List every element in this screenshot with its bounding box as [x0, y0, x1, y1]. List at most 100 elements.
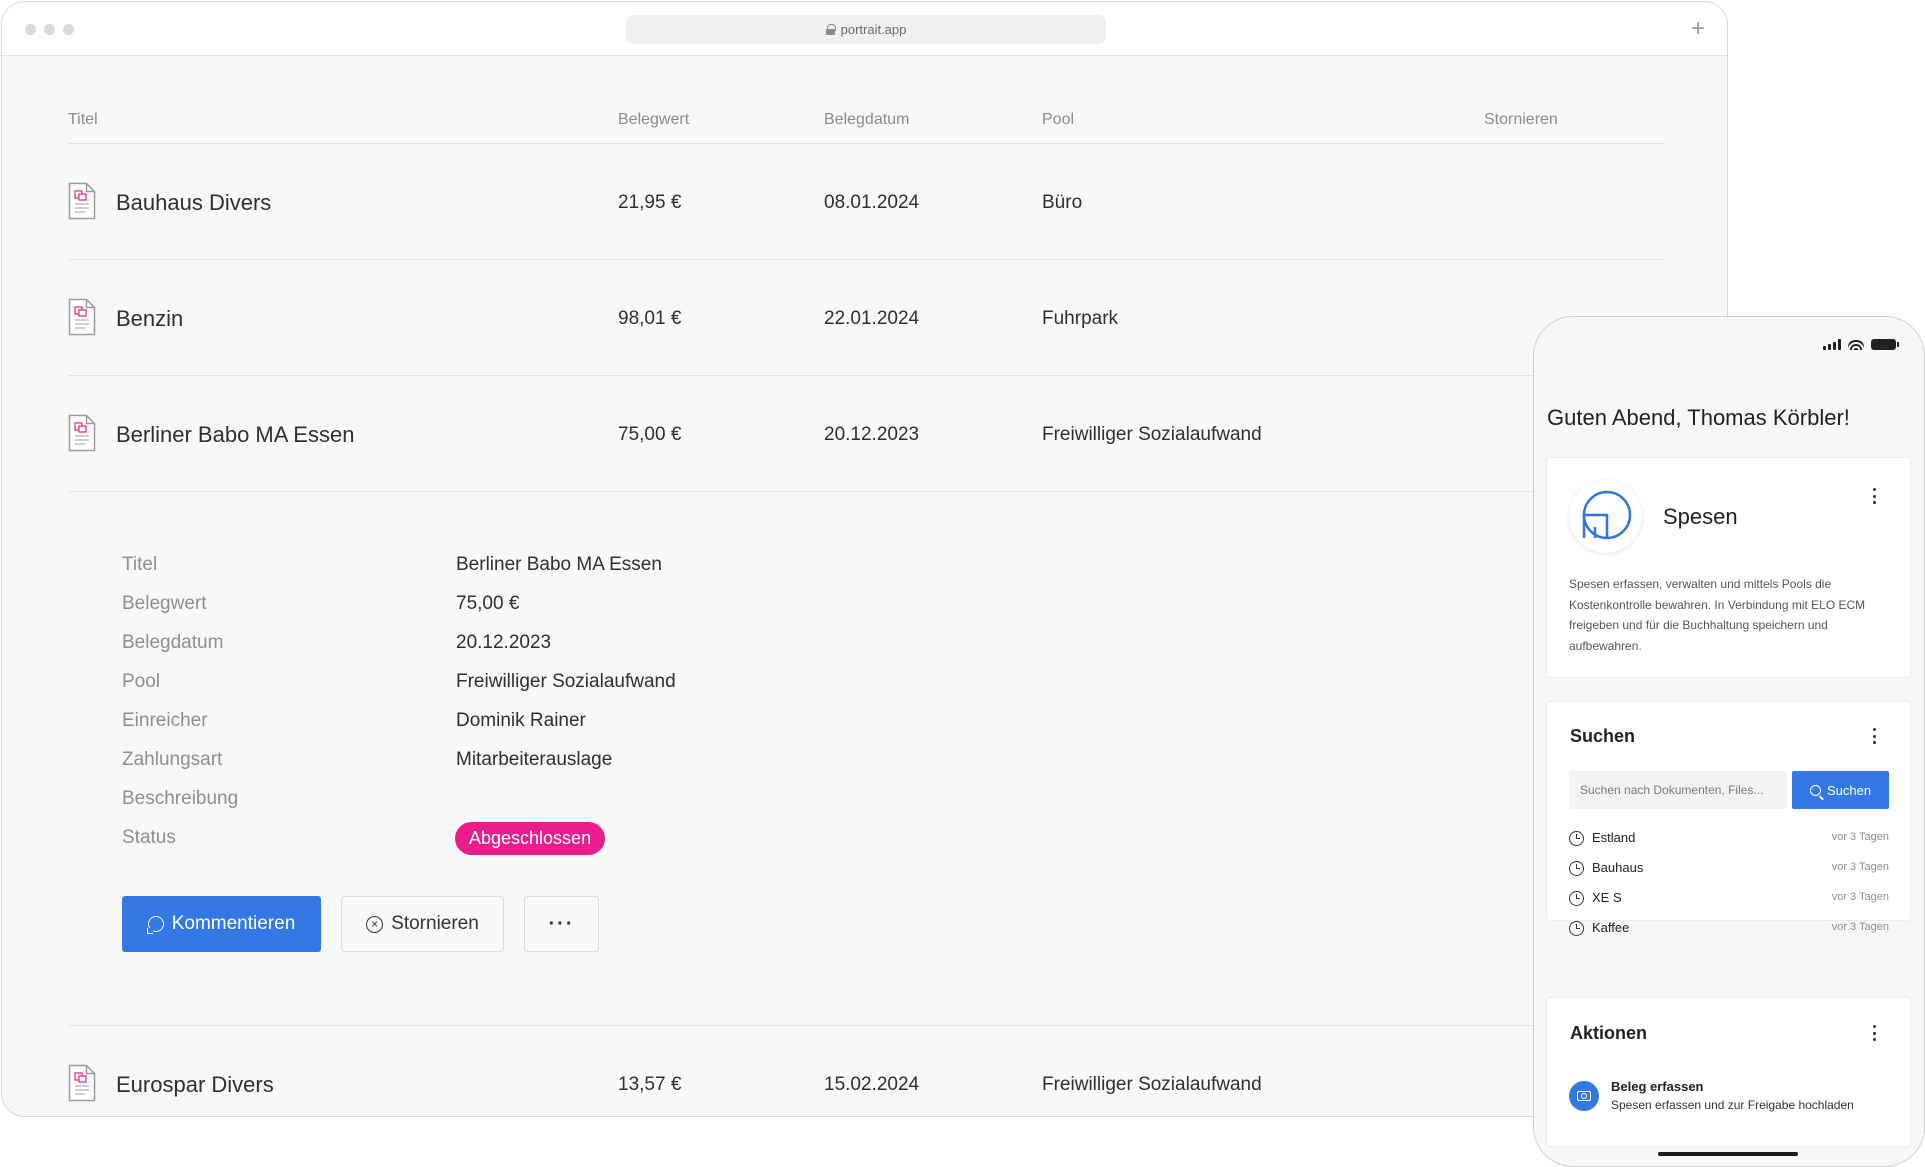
receipt-date: 15.02.2024 — [824, 1074, 920, 1095]
detail-value: Dominik Rainer — [456, 710, 586, 731]
detail-label: Titel — [122, 554, 158, 575]
greeting-title: Guten Abend, Thomas Körbler! — [1547, 405, 1850, 430]
close-window-dot[interactable] — [25, 24, 36, 35]
document-icon — [68, 1064, 96, 1102]
clock-icon — [1569, 921, 1584, 936]
comment-button-label: Kommentieren — [171, 913, 296, 934]
detail-label: Pool — [122, 671, 161, 692]
signal-icon — [1823, 339, 1841, 350]
capture-receipt-subtitle: Spesen erfassen und zur Freigabe hochlad… — [1611, 1098, 1854, 1112]
close-circle-icon: × — [366, 915, 384, 933]
camera-icon — [1577, 1091, 1591, 1101]
actions-card-title: Aktionen — [1570, 1023, 1648, 1043]
status-badge: Abgeschlossen — [455, 822, 606, 855]
battery-icon — [1871, 339, 1899, 350]
column-header-date[interactable]: Belegdatum — [824, 111, 909, 129]
more-options-button[interactable]: ··· — [524, 896, 599, 952]
maximize-window-dot[interactable] — [63, 24, 74, 35]
detail-actions: Kommentieren × Stornieren ··· — [122, 896, 599, 952]
search-button[interactable]: Suchen — [1792, 771, 1889, 809]
document-icon — [68, 182, 96, 220]
browser-toolbar: portrait.app + — [2, 2, 1727, 56]
receipt-date: 20.12.2023 — [824, 424, 920, 445]
search-card-menu-icon[interactable] — [1872, 728, 1876, 744]
detail-label: Belegwert — [122, 593, 207, 614]
phone-status-bar — [1823, 339, 1899, 350]
recent-search-label: Bauhaus — [1592, 860, 1644, 875]
browser-window: portrait.app + Titel Belegwert Belegdatu… — [1, 1, 1728, 1117]
receipt-value: 21,95 € — [618, 192, 682, 213]
receipt-title[interactable]: Bauhaus Divers — [116, 190, 271, 216]
table-header: Titel Belegwert Belegdatum Pool Stornier… — [68, 56, 1664, 144]
receipt-pool: Freiwilliger Sozialaufwand — [1042, 1074, 1262, 1095]
document-icon — [68, 298, 96, 336]
recent-search-label: Estland — [1592, 830, 1636, 845]
receipt-title[interactable]: Berliner Babo MA Essen — [116, 422, 354, 448]
column-header-title[interactable]: Titel — [68, 111, 98, 129]
recent-search-time: vor 3 Tagen — [1831, 861, 1889, 873]
actions-card-menu-icon[interactable] — [1872, 1025, 1876, 1041]
receipt-title[interactable]: Eurospar Divers — [116, 1072, 274, 1098]
lock-icon — [825, 24, 836, 35]
search-card-title: Suchen — [1570, 726, 1636, 746]
receipt-value: 98,01 € — [618, 308, 682, 329]
detail-label: Einreicher — [122, 710, 208, 731]
table-row[interactable]: Bauhaus Divers 21,95 € 08.01.2024 Büro — [68, 144, 1664, 260]
actions-card: Aktionen Beleg erfassen Spesen erfassen … — [1546, 997, 1911, 1147]
recent-search-item[interactable]: Estland vor 3 Tagen — [1569, 830, 1889, 848]
comment-button[interactable]: Kommentieren — [122, 896, 321, 952]
receipt-date: 22.01.2024 — [824, 308, 920, 329]
capture-receipt-title[interactable]: Beleg erfassen — [1611, 1079, 1704, 1094]
recent-search-time: vor 3 Tagen — [1831, 891, 1889, 903]
comment-icon — [146, 916, 164, 934]
detail-label: Belegdatum — [122, 632, 224, 653]
detail-label: Status — [122, 827, 176, 848]
receipt-pool: Büro — [1042, 192, 1083, 213]
recent-search-label: Kaffee — [1592, 920, 1630, 935]
table-row[interactable]: Benzin 98,01 € 22.01.2024 Fuhrpark — [68, 260, 1664, 376]
spesen-logo-icon — [1582, 490, 1632, 540]
minimize-window-dot[interactable] — [44, 24, 55, 35]
clock-icon — [1569, 861, 1584, 876]
column-header-pool[interactable]: Pool — [1042, 111, 1074, 129]
address-bar[interactable]: portrait.app — [626, 15, 1106, 44]
search-card: Suchen Suchen nach Dokumenten, Files... … — [1546, 701, 1911, 936]
recent-search-item[interactable]: XE S vor 3 Tagen — [1569, 890, 1889, 908]
spesen-card-title: Spesen — [1663, 504, 1738, 529]
recent-search-item[interactable]: Kaffee vor 3 Tagen — [1569, 920, 1889, 938]
detail-value: 20.12.2023 — [456, 632, 552, 653]
detail-value: Mitarbeiterauslage — [456, 749, 613, 770]
new-tab-button[interactable]: + — [1691, 14, 1705, 44]
spesen-app-card[interactable]: Spesen Spesen erfassen, verwalten und mi… — [1546, 457, 1911, 678]
detail-label: Beschreibung — [122, 788, 239, 809]
wifi-icon — [1848, 339, 1864, 350]
search-input[interactable]: Suchen nach Dokumenten, Files... — [1569, 771, 1787, 809]
capture-receipt-button[interactable] — [1569, 1081, 1599, 1111]
column-header-value[interactable]: Belegwert — [618, 111, 689, 129]
spesen-logo — [1569, 480, 1642, 553]
receipt-date: 08.01.2024 — [824, 192, 920, 213]
spesen-card-menu-icon[interactable] — [1872, 488, 1876, 504]
detail-label: Zahlungsart — [122, 749, 223, 770]
receipts-table: Titel Belegwert Belegdatum Pool Stornier… — [68, 56, 1664, 1116]
clock-icon — [1569, 831, 1584, 846]
receipt-pool: Fuhrpark — [1042, 308, 1119, 329]
receipt-detail-panel: Titel Berliner Babo MA Essen Belegwert 7… — [68, 492, 1664, 1026]
recent-search-item[interactable]: Bauhaus vor 3 Tagen — [1569, 860, 1889, 878]
window-controls — [25, 24, 74, 35]
cancel-receipt-button[interactable]: × Stornieren — [341, 896, 504, 952]
clock-icon — [1569, 891, 1584, 906]
spesen-card-description: Spesen erfassen, verwalten und mittels P… — [1569, 577, 1866, 653]
recent-search-time: vor 3 Tagen — [1831, 831, 1889, 843]
detail-value: Berliner Babo MA Essen — [456, 554, 662, 575]
cancel-button-label: Stornieren — [391, 913, 479, 934]
search-icon — [1809, 784, 1821, 796]
receipt-title[interactable]: Benzin — [116, 306, 183, 332]
recent-search-label: XE S — [1592, 890, 1622, 905]
address-bar-url: portrait.app — [840, 22, 907, 37]
table-row-expanded[interactable]: Berliner Babo MA Essen 75,00 € 20.12.202… — [68, 376, 1664, 492]
table-row[interactable]: Eurospar Divers 13,57 € 15.02.2024 Freiw… — [68, 1026, 1664, 1116]
column-header-cancel: Stornieren — [1484, 111, 1558, 128]
receipt-value: 13,57 € — [618, 1074, 682, 1095]
search-button-label: Suchen — [1826, 782, 1872, 798]
